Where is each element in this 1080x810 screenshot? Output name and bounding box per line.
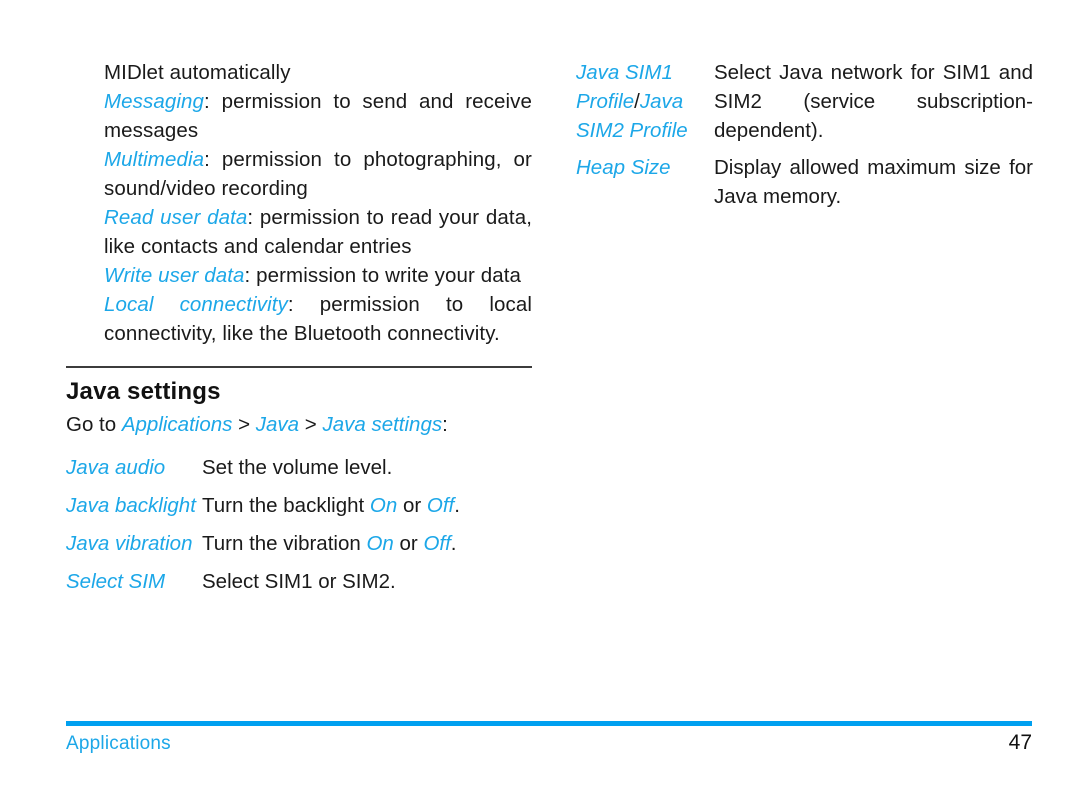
path-separator-1: > <box>232 413 256 436</box>
permissions-paragraph-block: MIDlet automatically Messaging: permissi… <box>104 58 532 348</box>
setting-term: Java vibration <box>66 532 193 555</box>
desc-text: Select SIM1 or SIM2. <box>202 570 396 593</box>
java-settings-list-continued: Java SIM1 Profile/Java SIM2 Profile Sele… <box>576 58 1033 211</box>
settings-row-java-backlight: Java backlight Turn the backlight On or … <box>66 491 532 520</box>
setting-term: Heap Size <box>576 153 714 182</box>
term-read-user-data: Read user data <box>104 206 248 229</box>
desc-text: Turn the vibration <box>202 532 367 555</box>
setting-description: Display allowed maximum size for Java me… <box>714 156 1033 208</box>
paragraph-read-user-data: Read user data: permission to read your … <box>104 203 532 261</box>
term-messaging: Messaging <box>104 90 205 113</box>
desc-middle: or <box>397 494 427 517</box>
paragraph-multimedia: Multimedia: permission to photographing,… <box>104 145 532 203</box>
desc-value-off: Off <box>426 494 455 517</box>
term-multimedia: Multimedia <box>104 148 205 171</box>
path-item-java-settings: Java settings <box>322 413 443 436</box>
section-divider <box>66 366 532 368</box>
java-settings-list: Java audio Set the volume level. Java ba… <box>66 453 532 596</box>
desc-middle: or <box>393 532 424 555</box>
desc-after: . <box>450 532 457 555</box>
term-write-user-data: Write user data <box>104 264 245 287</box>
setting-description: Select Java network for SIM1 and SIM2 (s… <box>714 61 1033 142</box>
paragraph-text: MIDlet automatically <box>104 61 291 84</box>
term-heap-size: Heap Size <box>576 156 671 179</box>
path-item-applications: Applications <box>121 413 233 436</box>
setting-description: Select SIM1 or SIM2. <box>202 567 532 596</box>
settings-row-java-sim-profile: Java SIM1 Profile/Java SIM2 Profile Sele… <box>576 58 1033 145</box>
setting-description: Turn the backlight On or Off. <box>202 491 532 520</box>
settings-row-heap-size: Heap Size Display allowed maximum size f… <box>576 153 1033 211</box>
path-item-java: Java <box>255 413 300 436</box>
setting-description: Turn the vibration On or Off. <box>202 529 532 558</box>
desc-text: Set the volume level. <box>202 456 393 479</box>
footer-section-label: Applications <box>66 733 171 754</box>
manual-page: MIDlet automatically Messaging: permissi… <box>0 0 1080 810</box>
right-column: Java SIM1 Profile/Java SIM2 Profile Sele… <box>576 58 1033 219</box>
desc-after: . <box>454 494 460 517</box>
section-title: Java settings <box>66 378 221 405</box>
setting-term: Java audio <box>66 456 166 479</box>
footer-rule <box>66 721 1032 726</box>
settings-row-select-sim: Select SIM Select SIM1 or SIM2. <box>66 567 532 596</box>
setting-term: Select SIM <box>66 570 166 593</box>
term-local-connectivity: Local connectivity <box>104 293 288 316</box>
java-settings-section: Java settings Go to Applications > Java … <box>66 366 532 596</box>
goto-suffix: : <box>442 413 448 436</box>
paragraph-write-user-data: Write user data: permission to write you… <box>104 261 532 290</box>
settings-row-java-audio: Java audio Set the volume level. <box>66 453 532 482</box>
navigation-path: Go to Applications > Java > Java setting… <box>66 410 532 439</box>
setting-term: Java SIM1 Profile/Java SIM2 Profile <box>576 58 714 145</box>
setting-description: Set the volume level. <box>202 453 532 482</box>
desc-value-on: On <box>366 532 394 555</box>
path-separator-2: > <box>299 413 323 436</box>
page-number: 47 <box>1008 731 1032 754</box>
setting-term: Java backlight <box>66 494 196 517</box>
settings-row-java-vibration: Java vibration Turn the vibration On or … <box>66 529 532 558</box>
paragraph-midlet: MIDlet automatically <box>104 58 532 87</box>
desc-value-off: Off <box>423 532 451 555</box>
left-column: MIDlet automatically Messaging: permissi… <box>66 58 532 605</box>
goto-prefix: Go to <box>66 413 122 436</box>
paragraph-messaging: Messaging: permission to send and receiv… <box>104 87 532 145</box>
desc-value-on: On <box>369 494 398 517</box>
paragraph-local-connectivity: Local connectivity: permission to local … <box>104 290 532 348</box>
paragraph-text: : permission to write your data <box>244 264 522 287</box>
desc-text: Turn the backlight <box>202 494 370 517</box>
